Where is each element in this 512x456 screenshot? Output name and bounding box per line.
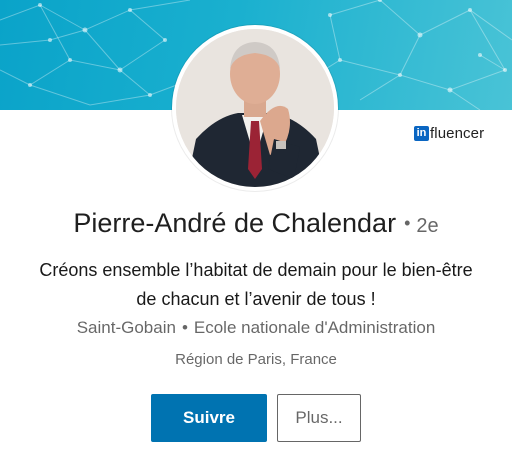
headline-line-2: de chacun et l’avenir de tous ! (136, 289, 376, 309)
person-portrait (176, 29, 334, 187)
linkedin-in-icon: in (414, 125, 429, 141)
profile-location: Région de Paris, France (175, 351, 337, 368)
profile-name-row: Pierre-André de Chalendar • 2e (0, 208, 512, 239)
headline-line-1: Créons ensemble l’habitat de demain pour… (39, 260, 473, 280)
profile-name: Pierre-André de Chalendar (73, 208, 397, 238)
profile-meta: Saint-Gobain • Ecole nationale d'Administr… (0, 318, 512, 338)
follow-button[interactable]: Suivre (151, 394, 267, 442)
education-school[interactable]: Ecole nationale d'Administration (194, 318, 435, 337)
influencer-label: fluencer (430, 124, 485, 142)
more-actions-button[interactable]: Plus... (277, 394, 361, 442)
profile-headline: Créons ensemble l’habitat de demain pour… (20, 256, 492, 314)
current-company[interactable]: Saint-Gobain (77, 318, 176, 337)
connection-degree: 2e (416, 215, 439, 237)
profile-photo[interactable] (172, 25, 338, 191)
meta-separator: • (181, 318, 188, 337)
influencer-badge: in fluencer (414, 124, 484, 142)
name-separator: • (404, 213, 411, 233)
